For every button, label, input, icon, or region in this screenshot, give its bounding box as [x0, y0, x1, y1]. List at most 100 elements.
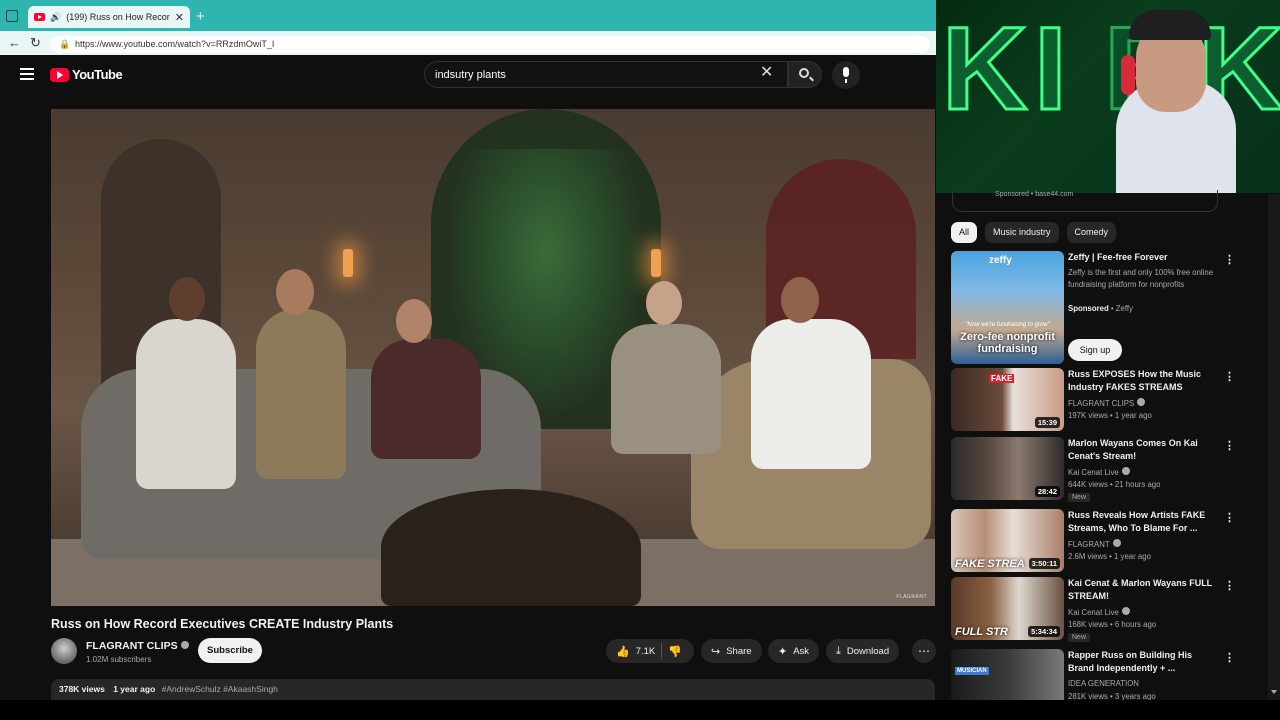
scrollbar[interactable]: [1268, 194, 1280, 700]
streamer-cap: [1129, 10, 1211, 40]
verified-icon: [1137, 398, 1146, 406]
chip-music-industry[interactable]: Music industry: [985, 222, 1059, 243]
person-3: [371, 339, 481, 459]
address-bar: ← ↻ 🔒 https://www.youtube.com/watch?v=RR…: [0, 31, 940, 55]
list-item[interactable]: FULL STR 5:34:34 Kai Cenat & Marlon Waya…: [951, 577, 1241, 642]
clear-search-icon[interactable]: ✕: [760, 65, 773, 81]
channel-name[interactable]: FLAGRANT: [1068, 539, 1121, 549]
channel-name[interactable]: FLAGRANT CLIPS: [86, 640, 189, 652]
video-meta: 2.6M views • 1 year ago: [1068, 552, 1151, 561]
search-button[interactable]: [788, 61, 822, 88]
webcam-overlay: K I R K: [936, 0, 1280, 193]
channel-name[interactable]: FLAGRANT CLIPS: [1068, 398, 1146, 408]
person-1-head: [169, 277, 205, 321]
voice-search-button[interactable]: [832, 61, 860, 89]
ad-menu-icon[interactable]: ⋮: [1224, 253, 1235, 266]
tab-close-icon[interactable]: ✕: [175, 11, 184, 24]
item-menu-icon[interactable]: ⋮: [1224, 579, 1235, 592]
chip-comedy[interactable]: Comedy: [1066, 222, 1117, 243]
verified-icon: [1112, 539, 1121, 547]
video-watermark: FLAGRANT: [896, 594, 927, 600]
ad-thumb-caption: "Now we're fundraising to grow": [965, 322, 1050, 328]
person-5-head: [781, 277, 819, 323]
person-2: [256, 309, 346, 479]
back-icon[interactable]: ←: [8, 35, 21, 50]
person-3-head: [396, 299, 432, 343]
scroll-down-icon[interactable]: [1271, 690, 1277, 694]
person-2-head: [276, 269, 314, 315]
video-title[interactable]: Russ Reveals How Artists FAKE Streams, W…: [1068, 509, 1218, 535]
download-button[interactable]: ⤓ Download: [826, 639, 900, 663]
ask-button[interactable]: ✦ Ask: [768, 639, 820, 663]
thumbnail-text: FAKE STREA: [955, 558, 1025, 570]
url-field[interactable]: 🔒 https://www.youtube.com/watch?v=RRzdmO…: [50, 36, 930, 53]
new-tab-icon[interactable]: +: [196, 8, 205, 25]
hashtags[interactable]: #AndrewSchulz #AkaashSingh: [162, 684, 278, 694]
video-title[interactable]: Russ EXPOSES How the Music Industry FAKE…: [1068, 368, 1218, 394]
item-menu-icon[interactable]: ⋮: [1224, 651, 1235, 664]
video-thumbnail[interactable]: FAKE 15:39: [951, 368, 1064, 431]
more-actions-icon[interactable]: ⋯: [912, 639, 936, 663]
view-count: 378K views: [59, 684, 105, 694]
youtube-logo[interactable]: YouTube: [50, 67, 123, 82]
new-badge: New: [1068, 493, 1091, 502]
search-icon: [799, 68, 809, 78]
video-title[interactable]: Rapper Russ on Building His Brand Indepe…: [1068, 649, 1218, 675]
list-item[interactable]: MUSICIAN Rapper Russ on Building His Bra…: [951, 649, 1241, 700]
window-menu-icon[interactable]: [6, 10, 18, 22]
hamburger-menu-icon[interactable]: [20, 68, 34, 80]
ad-sponsor: Sponsored • Zeffy: [1068, 304, 1133, 313]
video-thumbnail[interactable]: 28:42: [951, 437, 1064, 500]
video-thumbnail[interactable]: MUSICIAN: [951, 649, 1064, 700]
sign-up-button[interactable]: Sign up: [1068, 339, 1122, 361]
item-menu-icon[interactable]: ⋮: [1224, 370, 1235, 383]
bottom-bar: [0, 700, 1280, 720]
reload-icon[interactable]: ↻: [30, 35, 41, 51]
lock-icon: 🔒: [59, 39, 71, 49]
duration-badge: 5:34:34: [1028, 626, 1060, 637]
ad-thumbnail[interactable]: zeffy "Now we're fundraising to grow" Ze…: [951, 251, 1064, 364]
browser-tab[interactable]: 🔊 (199) Russ on How Record E ✕: [28, 6, 190, 28]
subscriber-count: 1.02M subscribers: [86, 655, 152, 664]
item-menu-icon[interactable]: ⋮: [1224, 439, 1235, 452]
neon-letter-2: I: [1033, 3, 1069, 135]
channel-avatar[interactable]: [51, 638, 77, 664]
coffee-table: [381, 489, 641, 606]
list-item[interactable]: FAKE 15:39 Russ EXPOSES How the Music In…: [951, 368, 1241, 431]
list-item[interactable]: FAKE STREA 3:50:11 Russ Reveals How Arti…: [951, 509, 1241, 572]
item-menu-icon[interactable]: ⋮: [1224, 511, 1235, 524]
verified-icon: [180, 641, 189, 649]
video-title[interactable]: Marlon Wayans Comes On Kai Cenat's Strea…: [1068, 437, 1218, 463]
thumbnail-badge-icon: MUSICIAN: [955, 667, 989, 675]
channel-name[interactable]: IDEA GENERATION: [1068, 679, 1139, 688]
person-4-head: [646, 281, 682, 325]
tab-title: (199) Russ on How Record E: [66, 12, 170, 22]
channel-name[interactable]: Kai Cenat Live: [1068, 467, 1130, 477]
search-input[interactable]: indsutry plants: [424, 61, 788, 88]
channel-name[interactable]: Kai Cenat Live: [1068, 607, 1130, 617]
share-button[interactable]: ↪ Share: [701, 639, 762, 663]
upload-age: 1 year ago: [113, 684, 156, 694]
video-player[interactable]: FLAGRANT: [51, 109, 935, 606]
youtube-play-icon: [50, 67, 69, 82]
description-box[interactable]: 378K views 1 year ago #AndrewSchulz #Aka…: [51, 679, 935, 700]
ad-item[interactable]: zeffy "Now we're fundraising to grow" Ze…: [951, 251, 1241, 364]
video-meta: 644K views • 21 hours ago: [1068, 480, 1161, 489]
list-item[interactable]: 28:42 Marlon Wayans Comes On Kai Cenat's…: [951, 437, 1241, 502]
speaker-icon[interactable]: 🔊: [50, 12, 61, 23]
like-count[interactable]: 7.1K: [636, 646, 656, 657]
subscribe-button[interactable]: Subscribe: [198, 638, 262, 663]
sponsored-strip[interactable]: Sponsored • base44.com: [952, 190, 1218, 212]
chip-all[interactable]: All: [951, 222, 978, 243]
person-1: [136, 319, 236, 489]
video-thumbnail[interactable]: FULL STR 5:34:34: [951, 577, 1064, 640]
ad-description: Zeffy is the first and only 100% free on…: [1068, 268, 1214, 289]
dislike-icon[interactable]: 👎: [668, 645, 682, 658]
ad-sponsor-label: Sponsored: [1068, 304, 1109, 313]
ad-title[interactable]: Zeffy | Fee-free Forever: [1068, 251, 1218, 264]
video-title[interactable]: Kai Cenat & Marlon Wayans FULL STREAM!: [1068, 577, 1218, 603]
video-thumbnail[interactable]: FAKE STREA 3:50:11: [951, 509, 1064, 572]
right-column: K I R K Sponsored • base44.com All Music…: [936, 0, 1280, 700]
neon-letter-1: K: [940, 3, 1028, 135]
like-icon[interactable]: 👍: [616, 645, 630, 658]
